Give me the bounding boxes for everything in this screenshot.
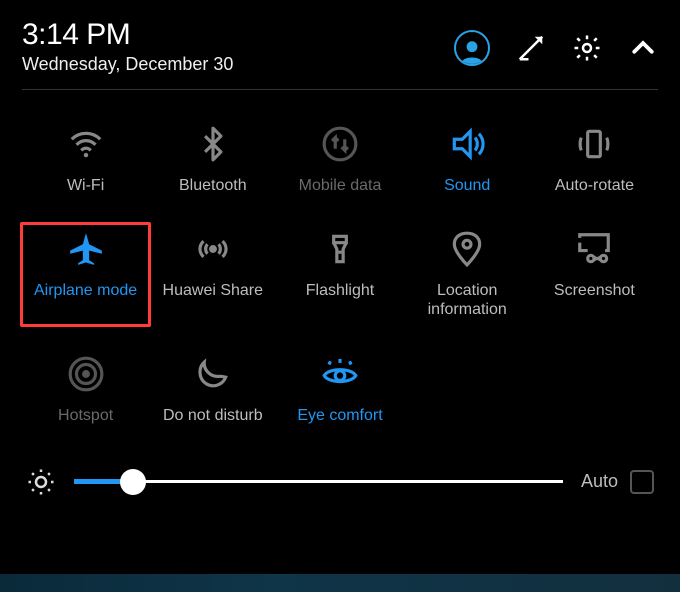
tile-mobile-data[interactable]: Mobile data xyxy=(276,118,403,201)
auto-brightness[interactable]: Auto xyxy=(581,470,654,494)
tile-hotspot[interactable]: Hotspot xyxy=(22,348,149,431)
quick-settings-grid: Wi-Fi Bluetooth Mobile data Sound Auto-r xyxy=(22,90,658,449)
sound-icon xyxy=(448,124,486,164)
slider-thumb[interactable] xyxy=(120,469,146,495)
tile-label: Sound xyxy=(444,176,490,195)
tile-huawei-share[interactable]: Huawei Share xyxy=(149,223,276,325)
auto-brightness-checkbox[interactable] xyxy=(630,470,654,494)
tile-label: Flashlight xyxy=(306,281,374,300)
mobile-data-icon xyxy=(321,124,359,164)
tile-label: Location information xyxy=(406,281,529,319)
header-datetime[interactable]: 3:14 PM Wednesday, December 30 xyxy=(22,18,233,75)
tile-flashlight[interactable]: Flashlight xyxy=(276,223,403,325)
brightness-slider[interactable] xyxy=(74,467,563,497)
huawei-share-icon xyxy=(194,229,232,269)
user-avatar-icon[interactable] xyxy=(454,30,490,66)
auto-brightness-label: Auto xyxy=(581,471,618,492)
tile-do-not-disturb[interactable]: Do not disturb xyxy=(149,348,276,431)
location-icon xyxy=(448,229,486,269)
slider-track xyxy=(74,480,563,483)
tile-auto-rotate[interactable]: Auto-rotate xyxy=(531,118,658,201)
tile-screenshot[interactable]: Screenshot xyxy=(531,223,658,325)
tile-wifi[interactable]: Wi-Fi xyxy=(22,118,149,201)
eye-comfort-icon xyxy=(321,354,359,394)
hotspot-icon xyxy=(67,354,105,394)
quick-settings-panel: 3:14 PM Wednesday, December 30 Wi-Fi xyxy=(0,0,680,523)
wifi-icon xyxy=(67,124,105,164)
tile-sound[interactable]: Sound xyxy=(404,118,531,201)
tile-label: Eye comfort xyxy=(297,406,382,425)
auto-rotate-icon xyxy=(575,124,613,164)
tile-label: Hotspot xyxy=(58,406,113,425)
wallpaper-peek xyxy=(0,574,680,592)
airplane-icon xyxy=(67,229,105,269)
tile-label: Bluetooth xyxy=(179,176,247,195)
dnd-moon-icon xyxy=(194,354,232,394)
tile-airplane-mode[interactable]: Airplane mode xyxy=(20,222,151,326)
tile-bluetooth[interactable]: Bluetooth xyxy=(149,118,276,201)
clock-date: Wednesday, December 30 xyxy=(22,54,233,75)
tile-label: Airplane mode xyxy=(34,281,137,300)
flashlight-icon xyxy=(321,229,359,269)
bluetooth-icon xyxy=(194,124,232,164)
tile-label: Screenshot xyxy=(554,281,635,300)
tile-label: Huawei Share xyxy=(163,281,264,300)
screenshot-icon xyxy=(575,229,613,269)
settings-gear-icon[interactable] xyxy=(572,33,602,63)
tile-eye-comfort[interactable]: Eye comfort xyxy=(276,348,403,431)
collapse-chevron-icon[interactable] xyxy=(628,33,658,63)
tile-location[interactable]: Location information xyxy=(404,223,531,325)
header: 3:14 PM Wednesday, December 30 xyxy=(22,18,658,90)
header-actions xyxy=(454,30,658,66)
brightness-row: Auto xyxy=(22,449,658,507)
tile-label: Mobile data xyxy=(299,176,382,195)
tile-label: Do not disturb xyxy=(163,406,263,425)
tile-label: Auto-rotate xyxy=(555,176,634,195)
edit-icon[interactable] xyxy=(516,33,546,63)
clock-time: 3:14 PM xyxy=(22,18,233,52)
tile-label: Wi-Fi xyxy=(67,176,104,195)
brightness-icon xyxy=(26,467,56,497)
